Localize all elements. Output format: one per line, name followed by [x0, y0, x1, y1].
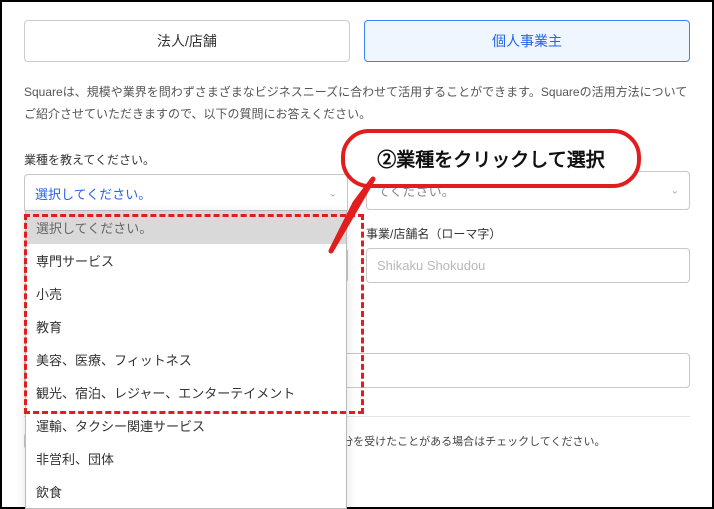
industry-select[interactable]: 選択してください。 ⌄ 選択してください。 専門サービス 小売 教育 美容、医療… — [24, 174, 348, 213]
dropdown-option[interactable]: 選択してください。 — [26, 211, 346, 244]
callout-tail-icon — [329, 175, 389, 255]
dropdown-option[interactable]: 美容、医療、フィットネス — [26, 343, 346, 376]
tab-individual[interactable]: 個人事業主 — [364, 20, 690, 62]
intro-text: Squareは、規模や業界を問わずさまざまなビジネスニーズに合わせて活用すること… — [24, 82, 690, 125]
chevron-down-icon: ⌄ — [671, 185, 679, 196]
name-roman-label: 事業/店舗名（ローマ字） — [366, 225, 690, 242]
instruction-callout: ②業種をクリックして選択 — [341, 129, 641, 188]
instruction-callout-text: ②業種をクリックして選択 — [377, 150, 604, 171]
dropdown-option[interactable]: 小売 — [26, 277, 346, 310]
dropdown-option[interactable]: 運輸、タクシー関連サービス — [26, 409, 346, 442]
industry-select-value: 選択してください。 — [35, 187, 151, 202]
tab-corporate[interactable]: 法人/店舗 — [24, 20, 350, 62]
name-roman-input[interactable] — [366, 248, 690, 283]
dropdown-option[interactable]: 非営利、団体 — [26, 442, 346, 475]
dropdown-option[interactable]: 教育 — [26, 310, 346, 343]
dropdown-option[interactable]: 専門サービス — [26, 244, 346, 277]
industry-label: 業種を教えてください。 — [24, 151, 348, 168]
dropdown-option[interactable]: 観光、宿泊、レジャー、エンターテイメント — [26, 376, 346, 409]
industry-dropdown: 選択してください。 専門サービス 小売 教育 美容、医療、フィットネス 観光、宿… — [25, 210, 347, 509]
dropdown-option[interactable]: 飲食 — [26, 475, 346, 508]
